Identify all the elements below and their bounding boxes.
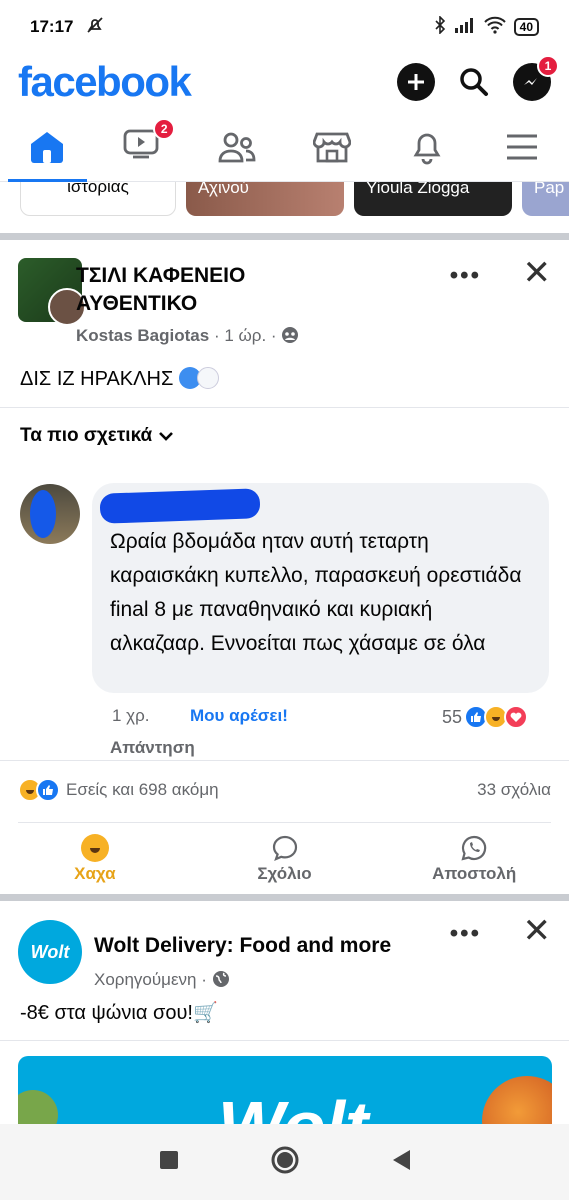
globe-icon	[212, 971, 229, 987]
tab-menu[interactable]	[474, 112, 569, 181]
main-tabs: 2	[0, 112, 569, 182]
comment-button[interactable]: Σχόλιο	[190, 834, 380, 892]
tab-notifications[interactable]	[379, 112, 474, 181]
messenger-badge: 1	[537, 55, 559, 77]
story-card[interactable]: Αχινού	[186, 182, 344, 216]
home-button[interactable]	[270, 1145, 300, 1180]
sponsored-label: Χορηγούμενη ·	[94, 970, 230, 990]
post-header	[18, 258, 86, 326]
tab-watch[interactable]: 2	[95, 112, 190, 181]
bell-icon	[413, 133, 441, 164]
reactions-text: Εσείς και 698 ακόμη	[66, 780, 219, 799]
post-meta: Kostas Bagiotas · 1 ώρ. ·	[76, 326, 299, 346]
back-button[interactable]	[390, 1148, 412, 1177]
signal-icon	[454, 17, 476, 38]
recents-button[interactable]	[158, 1149, 180, 1176]
tab-friends[interactable]	[190, 112, 285, 181]
clock: 17:17	[30, 17, 74, 36]
comment-text: Ωραία βδομάδα ηταν αυτή τεταρτη καραισκά…	[110, 530, 522, 655]
circle-icon	[271, 1146, 298, 1173]
comment-like-button[interactable]: Μου αρέσει!	[190, 706, 288, 726]
plus-icon	[408, 74, 424, 90]
redaction-mark	[30, 490, 56, 538]
system-nav-bar	[0, 1124, 569, 1200]
comment-time: 1 χρ.	[112, 706, 150, 725]
divider	[0, 407, 569, 408]
mute-icon	[85, 15, 105, 40]
facebook-logo[interactable]: facebook	[18, 58, 192, 106]
comment-icon	[272, 835, 297, 861]
hamburger-menu-icon	[506, 134, 537, 159]
square-icon	[159, 1150, 178, 1169]
search-button[interactable]	[455, 63, 493, 101]
react-button[interactable]: Χαχα	[0, 834, 190, 892]
ad-header: Wolt	[18, 920, 82, 984]
comment-sort-dropdown[interactable]: Τα πιο σχετικά	[20, 425, 174, 447]
story-card[interactable]: Pap	[522, 182, 569, 216]
create-button[interactable]	[397, 63, 435, 101]
ad-text: -8€ στα ψώνια σου!🛒	[20, 1002, 218, 1024]
haha-icon	[80, 834, 109, 862]
share-button[interactable]: Αποστολή	[379, 834, 569, 892]
comment-reply-button[interactable]: Απάντηση	[110, 738, 195, 758]
comments-count[interactable]: 33 σχόλια	[477, 780, 551, 800]
app-header: facebook 1	[0, 54, 569, 110]
hide-ad-button[interactable]: ✕	[523, 914, 552, 948]
commenter-avatar[interactable]	[20, 484, 80, 544]
story-card[interactable]: ιστορίας	[20, 182, 176, 216]
group-privacy-icon	[282, 327, 299, 343]
tab-home[interactable]	[0, 112, 95, 182]
love-reaction-icon	[504, 705, 529, 729]
battery-indicator: 40	[513, 18, 539, 36]
messenger-button[interactable]: 1	[513, 55, 559, 101]
search-icon	[460, 68, 488, 96]
tab-marketplace[interactable]	[284, 112, 379, 181]
comment-bubble[interactable]: Ωραία βδομάδα ηταν αυτή τεταρτη καραισκά…	[92, 483, 549, 693]
post-actions: Χαχα Σχόλιο Αποστολή	[0, 834, 569, 892]
wolt-logo[interactable]: Wolt	[18, 920, 82, 984]
home-icon	[31, 131, 64, 163]
divider	[18, 822, 551, 823]
commenter-name-redacted	[99, 488, 261, 524]
group-avatar[interactable]	[18, 258, 86, 326]
feed-separator	[0, 233, 569, 240]
wifi-icon	[483, 16, 506, 39]
group-name[interactable]: ΤΣΙΛΙ ΚΑΦΕΝΕΙΟ ΑΥΘΕΝΤΙΚΟ	[76, 262, 356, 318]
stories-strip: ιστορίας Αχινού Yioula Ziogga Pap	[0, 182, 569, 232]
post-text: ΔΙΣ ΙΖ ΗΡΑΚΛΗΣ	[20, 367, 219, 391]
back-triangle-icon	[392, 1149, 410, 1170]
bluetooth-icon	[434, 14, 446, 39]
divider	[0, 760, 569, 761]
more-options-button[interactable]: •••	[450, 920, 481, 948]
friends-icon	[218, 132, 256, 162]
hide-post-button[interactable]: ✕	[523, 256, 552, 290]
post-author[interactable]: Kostas Bagiotas	[76, 326, 209, 345]
comment-reactions[interactable]: 55	[442, 705, 529, 729]
story-card[interactable]: Yioula Ziogga	[354, 182, 512, 216]
more-options-button[interactable]: •••	[450, 262, 481, 290]
status-bar: 17:17 40	[0, 0, 569, 54]
white-circle-emoji	[196, 367, 219, 389]
divider	[0, 1040, 569, 1041]
reaction-summary[interactable]: Εσείς και 698 ακόμη 33 σχόλια	[18, 778, 551, 802]
advertiser-name[interactable]: Wolt Delivery: Food and more	[94, 934, 391, 958]
like-reaction-icon	[36, 778, 60, 802]
chevron-down-icon	[159, 432, 174, 441]
store-icon	[312, 132, 351, 162]
watch-badge: 2	[153, 118, 176, 140]
feed-separator	[0, 894, 569, 901]
post-time: · 1 ώρ. ·	[213, 326, 277, 345]
whatsapp-icon	[461, 835, 487, 861]
